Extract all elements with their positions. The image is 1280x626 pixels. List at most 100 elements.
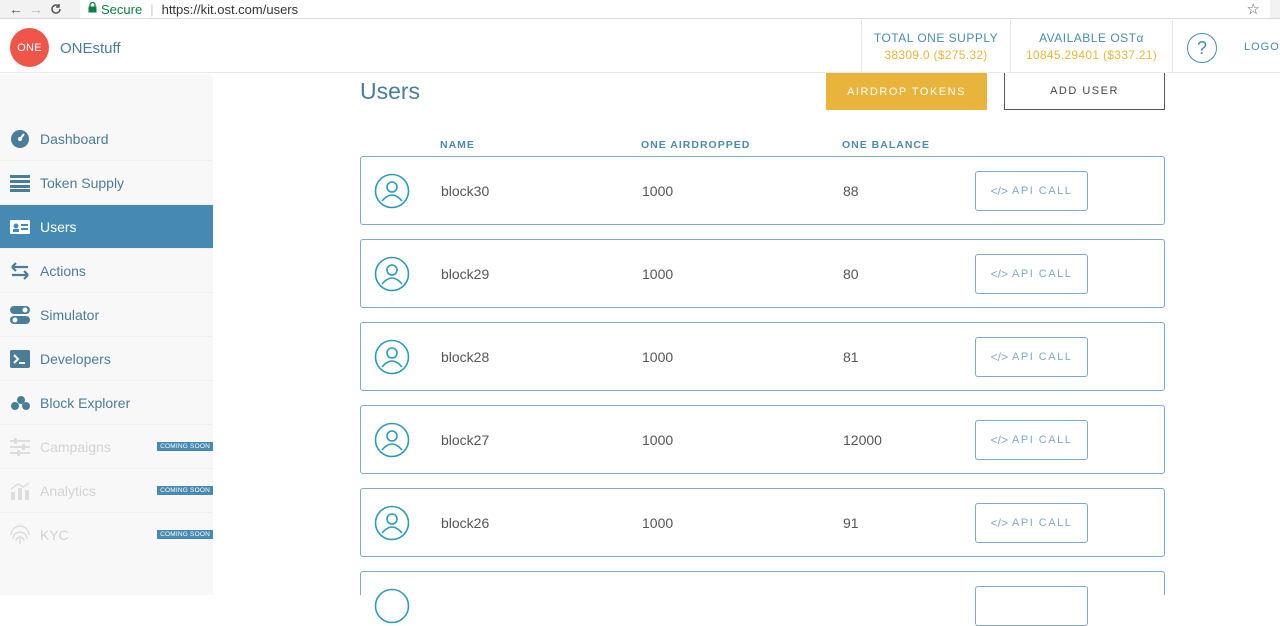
sidebar-item-block-explorer[interactable]: Block Explorer: [0, 381, 213, 425]
coming-soon-badge: COMING SOON: [157, 530, 213, 539]
api-call-button[interactable]: </> API CALL: [975, 337, 1088, 377]
one-balance: 12000: [843, 432, 882, 448]
url-text[interactable]: https://kit.ost.com/users: [162, 2, 299, 17]
code-icon: </>: [990, 184, 1009, 198]
sidebar-item-token-supply[interactable]: Token Supply: [0, 161, 213, 205]
sidebar: Dashboard Token Supply Users Actions Sim…: [0, 74, 213, 595]
fingerprint-icon: [10, 525, 30, 545]
one-balance: 88: [843, 183, 859, 199]
total-supply-stat: TOTAL ONE SUPPLY 38309.0 ($275.32): [861, 20, 1010, 73]
sidebar-item-developers[interactable]: Developers: [0, 337, 213, 381]
sidebar-item-label: Users: [40, 218, 77, 235]
code-icon: </>: [990, 433, 1009, 447]
table-row[interactable]: block28 1000 81 </> API CALL: [360, 322, 1165, 391]
user-avatar-icon: [374, 256, 410, 292]
sidebar-item-label: KYC: [40, 527, 69, 543]
user-avatar-icon: [374, 505, 410, 541]
actions-icon: [10, 261, 30, 281]
bookmark-star-icon[interactable]: ☆: [1247, 0, 1260, 18]
api-call-button[interactable]: </> API CALL: [975, 171, 1088, 211]
brand-name[interactable]: ONEstuff: [60, 40, 121, 57]
forward-icon[interactable]: →: [26, 0, 46, 18]
dashboard-icon: [10, 129, 30, 149]
app-header: ONE ONEstuff TOTAL ONE SUPPLY 38309.0 ($…: [0, 20, 1280, 73]
column-header-name: NAME: [440, 139, 475, 151]
sidebar-item-users[interactable]: Users: [0, 205, 213, 249]
total-supply-value: 38309.0 ($275.32): [884, 48, 988, 62]
one-airdropped: 1000: [642, 183, 674, 199]
reload-icon[interactable]: [46, 0, 66, 18]
sidebar-item-label: Simulator: [40, 306, 100, 323]
one-airdropped: 1000: [642, 266, 674, 282]
code-icon: </>: [990, 267, 1009, 281]
one-balance: 91: [843, 515, 859, 531]
sidebar-item-label: Analytics: [40, 482, 97, 499]
sidebar-item-actions[interactable]: Actions: [0, 249, 213, 293]
user-name: block30: [441, 183, 490, 199]
sidebar-item-simulator[interactable]: Simulator: [0, 293, 213, 337]
table-row[interactable]: [360, 571, 1165, 626]
user-name: block27: [441, 432, 490, 448]
block-explorer-icon: [10, 393, 30, 413]
airdrop-tokens-button[interactable]: AIRDROP TOKENS: [826, 73, 987, 110]
simulator-icon: [10, 305, 30, 325]
api-call-button[interactable]: </> API CALL: [975, 420, 1088, 460]
column-header-airdropped: ONE AIRDROPPED: [641, 139, 751, 151]
available-ost-stat: AVAILABLE OSTα 10845.29401 ($337.21): [1010, 20, 1172, 73]
sidebar-item-label: Token Supply: [40, 174, 125, 191]
api-call-button[interactable]: </> API CALL: [975, 503, 1088, 543]
table-row[interactable]: block29 1000 80 </> API CALL: [360, 239, 1165, 308]
one-airdropped: 1000: [642, 515, 674, 531]
total-supply-label: TOTAL ONE SUPPLY: [873, 31, 999, 45]
campaigns-icon: [10, 437, 30, 457]
back-icon[interactable]: ←: [6, 0, 26, 18]
api-call-label: API CALL: [1012, 268, 1073, 280]
coming-soon-badge: COMING SOON: [157, 486, 213, 495]
logout-link[interactable]: LOGO: [1244, 41, 1280, 53]
code-icon: </>: [990, 350, 1009, 364]
api-call-label: API CALL: [1012, 185, 1073, 197]
coming-soon-badge: COMING SOON: [157, 442, 213, 451]
available-ost-value: 10845.29401 ($337.21): [1025, 48, 1158, 62]
api-call-button[interactable]: </> API CALL: [975, 254, 1088, 294]
user-name: block28: [441, 349, 490, 365]
one-balance: 81: [843, 349, 859, 365]
browser-toolbar: ← → Secure | https://kit.ost.com/users ☆: [0, 0, 1280, 19]
code-icon: </>: [990, 516, 1009, 530]
table-row[interactable]: block26 1000 91 </> API CALL: [360, 488, 1165, 557]
api-call-label: API CALL: [1012, 434, 1073, 446]
user-name: block29: [441, 266, 490, 282]
api-call-button[interactable]: [975, 586, 1088, 626]
add-user-button[interactable]: ADD USER: [1004, 73, 1165, 110]
token-supply-icon: [10, 173, 30, 193]
one-airdropped: 1000: [642, 432, 674, 448]
user-name: block26: [441, 515, 490, 531]
one-airdropped: 1000: [642, 349, 674, 365]
user-avatar-icon: [374, 588, 410, 624]
sidebar-item-kyc: KYC COMING SOON: [0, 513, 213, 557]
sidebar-item-label: Dashboard: [40, 130, 109, 147]
sidebar-item-label: Campaigns: [40, 438, 111, 455]
sidebar-item-dashboard[interactable]: Dashboard: [0, 117, 213, 161]
column-header-balance: ONE BALANCE: [842, 139, 931, 151]
user-avatar-icon: [374, 339, 410, 375]
developers-icon: [10, 349, 30, 369]
address-bar[interactable]: Secure | https://kit.ost.com/users ☆: [80, 0, 1270, 18]
table-row[interactable]: block30 1000 88 </> API CALL: [360, 156, 1165, 225]
analytics-icon: [10, 481, 30, 501]
page-title: Users: [360, 78, 421, 104]
help-section: ?: [1172, 20, 1232, 73]
brand-logo[interactable]: ONE: [10, 28, 49, 67]
help-icon[interactable]: ?: [1187, 33, 1217, 63]
user-avatar-icon: [374, 173, 410, 209]
lock-icon: [88, 1, 97, 16]
user-avatar-icon: [374, 422, 410, 458]
sidebar-item-label: Developers: [40, 350, 111, 367]
users-icon: [10, 217, 30, 237]
sidebar-item-label: Block Explorer: [40, 394, 131, 411]
secure-label: Secure: [101, 1, 143, 17]
available-ost-label: AVAILABLE OSTα: [1039, 31, 1144, 45]
api-call-label: API CALL: [1012, 517, 1073, 529]
table-row[interactable]: block27 1000 12000 </> API CALL: [360, 405, 1165, 474]
url-separator: |: [150, 1, 154, 17]
